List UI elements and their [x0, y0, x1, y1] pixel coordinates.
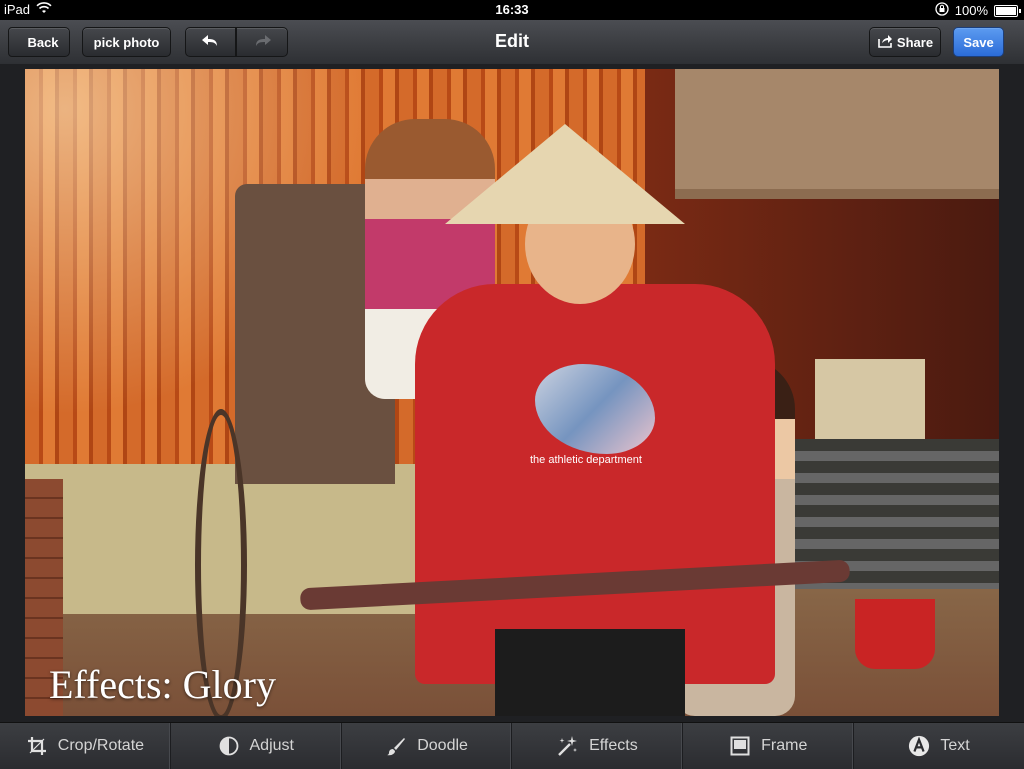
- tool-effects[interactable]: Effects: [512, 723, 684, 769]
- red-bucket: [855, 599, 935, 669]
- stone-pedestal: [815, 359, 925, 449]
- tool-label: Frame: [761, 737, 808, 754]
- man-red-shirt: [415, 284, 775, 684]
- battery-percent: 100%: [954, 3, 988, 18]
- magic-wand-icon: [557, 735, 579, 757]
- pick-photo-button[interactable]: pick photo: [82, 27, 171, 57]
- redo-button[interactable]: [236, 27, 288, 57]
- tool-adjust[interactable]: Adjust: [171, 723, 342, 769]
- back-button[interactable]: Back: [8, 27, 70, 57]
- brush-icon: [385, 735, 407, 757]
- navigation-bar: Back pick photo Share Save: [0, 20, 1024, 65]
- orientation-lock-icon: [935, 2, 949, 19]
- status-bar: iPad 16:33 100%: [0, 0, 1024, 20]
- tool-label: Adjust: [249, 737, 294, 754]
- man-black-shorts: [495, 629, 685, 716]
- tool-label: Effects: [589, 737, 638, 754]
- effect-name-label: Effects: Glory: [49, 662, 276, 707]
- tool-text[interactable]: Text: [854, 723, 1024, 769]
- photo-canvas: the athletic department Effects: Glory: [0, 64, 1024, 722]
- crop-icon: [26, 735, 48, 757]
- tool-crop-rotate[interactable]: Crop/Rotate: [0, 723, 171, 769]
- frame-icon: [729, 735, 751, 757]
- redo-icon: [252, 34, 272, 51]
- tool-label: Doodle: [417, 737, 468, 754]
- tool-label: Crop/Rotate: [57, 737, 145, 754]
- share-icon: [877, 34, 893, 51]
- status-time: 16:33: [495, 2, 529, 17]
- undo-button[interactable]: [185, 27, 236, 57]
- undo-icon: [201, 34, 221, 51]
- tool-label: Text: [940, 737, 970, 754]
- adjust-icon: [218, 735, 240, 757]
- battery-icon: [994, 4, 1021, 17]
- status-right: 100%: [935, 2, 1021, 19]
- tool-frame[interactable]: Frame: [683, 723, 855, 769]
- shirt-text: the athletic department: [530, 454, 642, 466]
- edited-photo[interactable]: the athletic department Effects: Glory: [25, 69, 999, 716]
- awning: [675, 69, 999, 199]
- tools-toolbar: Crop/Rotate Adjust Doodle Effects Frame …: [0, 722, 1024, 769]
- share-label: Share: [896, 34, 934, 50]
- tool-doodle[interactable]: Doodle: [342, 723, 513, 769]
- save-button[interactable]: Save: [953, 27, 1004, 57]
- text-icon: [908, 735, 930, 757]
- share-button[interactable]: Share: [869, 27, 941, 57]
